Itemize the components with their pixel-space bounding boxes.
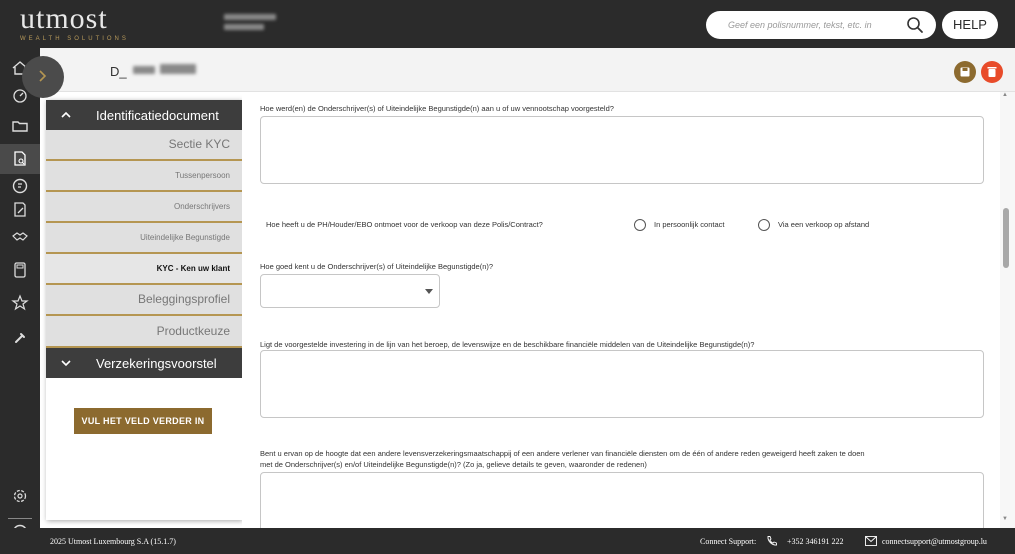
nav-section-label: Identificatiedocument — [96, 108, 219, 123]
folder-icon[interactable] — [10, 116, 30, 136]
utmost-logo[interactable]: utmost WEALTH SOLUTIONS — [20, 2, 129, 43]
question-introduction: Hoe werd(en) de Onderschrijver(s) of Uit… — [260, 104, 614, 113]
scroll-up-arrow-icon[interactable]: ▲ — [1002, 92, 1008, 98]
radio-distance-sale-label: Via een verkoop op afstand — [778, 220, 870, 229]
investment-fit-textarea[interactable] — [260, 350, 984, 418]
support-label: Connect Support: — [700, 537, 757, 546]
familiarity-select[interactable] — [260, 274, 440, 308]
support-email[interactable]: connectsupport@utmostgroup.lu — [882, 537, 987, 546]
question-familiarity: Hoe goed kent u de Onderschrijver(s) of … — [260, 262, 494, 271]
radio-in-person[interactable] — [634, 219, 646, 231]
star-icon[interactable] — [10, 293, 30, 313]
question-refusal-line2: met de Onderschrijver(s) en/of Uiteindel… — [260, 460, 647, 469]
radio-distance-sale[interactable] — [758, 219, 770, 231]
nav-item-uiteindelijke-begunstigde[interactable]: Uiteindelijke Begunstigde — [46, 223, 242, 254]
currency-circle-icon[interactable] — [10, 176, 30, 196]
nav-item-onderschrijvers[interactable]: Onderschrijvers — [46, 192, 242, 223]
nav-toggle-button[interactable] — [22, 56, 64, 98]
save-disk-icon — [960, 67, 970, 77]
redacted-user-info — [224, 14, 276, 20]
chevron-right-icon — [39, 70, 47, 82]
nav-item-sectie-kyc[interactable]: Sectie KYC — [46, 130, 242, 161]
phone-icon — [767, 536, 777, 546]
nav-section-label: Verzekeringsvoorstel — [96, 356, 217, 371]
chevron-down-icon — [61, 360, 71, 367]
logo-tagline: WEALTH SOLUTIONS — [20, 36, 129, 42]
logo-wordmark: utmost — [20, 2, 108, 35]
copyright-text: 2025 Utmost Luxembourg S.A (15.1.7) — [50, 537, 176, 546]
nav-item-productkeuze[interactable]: Productkeuze — [46, 316, 242, 348]
handshake-icon[interactable] — [10, 226, 30, 246]
redacted-case-id-2 — [160, 64, 196, 74]
nav-section-identification[interactable]: Identificatiedocument — [46, 100, 242, 130]
case-id-prefix: D_ — [110, 64, 127, 79]
redacted-user-info-2 — [224, 24, 264, 30]
tools-icon[interactable] — [10, 328, 30, 348]
complete-field-button[interactable]: VUL HET VELD VERDER IN — [74, 408, 212, 434]
scroll-down-arrow-icon[interactable]: ▼ — [1002, 516, 1008, 522]
radio-in-person-label: In persoonlijk contact — [654, 220, 725, 229]
introduction-textarea[interactable] — [260, 116, 984, 184]
scrollbar-thumb[interactable] — [1003, 208, 1009, 268]
edit-document-icon[interactable] — [10, 200, 30, 220]
trash-icon — [987, 67, 997, 77]
nav-item-tussenpersoon[interactable]: Tussenpersoon — [46, 161, 242, 192]
chevron-up-icon — [61, 111, 71, 118]
support-phone[interactable]: +352 346191 222 — [787, 537, 844, 546]
nav-section-insurance-proposal[interactable]: Verzekeringsvoorstel — [46, 348, 242, 378]
question-refusal-line1: Bent u ervan op de hoogte dat een andere… — [260, 449, 865, 458]
refusal-textarea[interactable] — [260, 472, 984, 528]
section-nav-panel: Identificatiedocument Sectie KYC Tussenp… — [46, 100, 242, 520]
left-icon-rail — [0, 48, 40, 540]
nav-item-beleggingsprofiel[interactable]: Beleggingsprofiel — [46, 285, 242, 316]
kyc-form: Hoe werd(en) de Onderschrijver(s) of Uit… — [242, 92, 1000, 528]
calculator-icon[interactable] — [10, 260, 30, 280]
save-button[interactable] — [954, 61, 976, 83]
search-icon[interactable] — [906, 16, 924, 34]
mail-icon — [865, 536, 877, 546]
help-button[interactable]: HELP — [942, 11, 998, 39]
delete-button[interactable] — [981, 61, 1003, 83]
document-search-icon[interactable] — [10, 149, 30, 169]
question-investment-fit: Ligt de voorgestelde investering in de l… — [260, 340, 755, 349]
main-scrollbar[interactable]: ▲ ▼ — [1000, 92, 1015, 528]
settings-gear-icon[interactable] — [10, 486, 30, 506]
chevron-down-icon — [425, 289, 433, 294]
search-box — [706, 11, 936, 39]
rail-divider — [8, 518, 32, 519]
footer-bar: 2025 Utmost Luxembourg S.A (15.1.7) Conn… — [0, 528, 1015, 554]
question-meeting-method: Hoe heeft u de PH/Houder/EBO ontmoet voo… — [266, 220, 543, 229]
search-input[interactable] — [728, 16, 898, 34]
record-subheader: D_ — [40, 48, 1015, 92]
redacted-case-id — [133, 66, 155, 74]
top-bar: utmost WEALTH SOLUTIONS HELP — [0, 0, 1015, 48]
case-identifier: D_ — [110, 64, 127, 79]
nav-item-kyc-ken-uw-klant[interactable]: KYC - Ken uw klant — [46, 254, 242, 285]
